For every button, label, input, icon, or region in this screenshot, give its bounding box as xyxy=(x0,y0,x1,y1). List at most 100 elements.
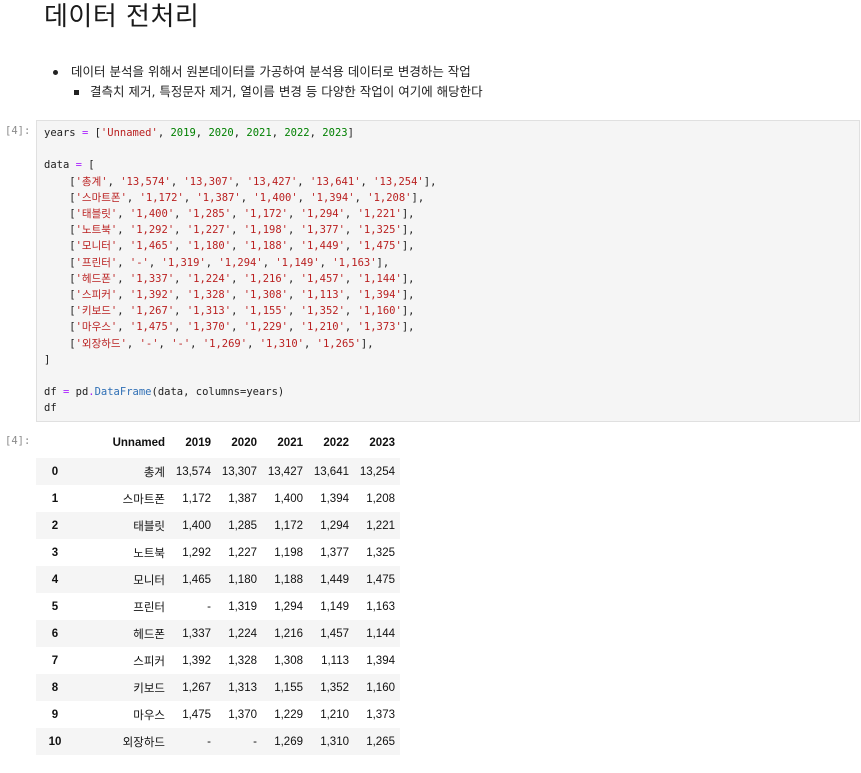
table-cell: 1,269 xyxy=(274,735,303,748)
code-string: '스피커' xyxy=(75,289,118,302)
table-row: 8 키보드 1,267 1,313 1,155 1,352 1,160 xyxy=(36,674,400,701)
code-string: '1,216' xyxy=(243,272,288,285)
input-prompt: [4]: xyxy=(5,125,31,137)
code-string: '1,265' xyxy=(316,337,361,350)
table-cell: 1,149 xyxy=(320,600,349,613)
code-string: '1,449' xyxy=(300,240,345,253)
code-string: '1,310' xyxy=(259,337,304,350)
table-row: 7 스피커 1,392 1,328 1,308 1,113 1,394 xyxy=(36,647,400,674)
code-string: '1,227' xyxy=(186,224,232,237)
row-index: 3 xyxy=(51,546,59,559)
code-literal: 2019 xyxy=(170,127,196,139)
table-row: 3 노트북 1,292 1,227 1,198 1,377 1,325 xyxy=(36,539,400,566)
code-string: '1,188' xyxy=(243,240,288,253)
table-cell: - xyxy=(207,600,211,613)
table-cell: 1,337 xyxy=(182,627,211,640)
code-string: '헤드폰' xyxy=(75,272,118,285)
row-index: 4 xyxy=(51,573,59,586)
table-cell: 13,427 xyxy=(267,465,303,478)
code-string: '1,198' xyxy=(243,224,288,237)
table-cell: 1,370 xyxy=(228,708,257,721)
row-index: 7 xyxy=(51,654,59,667)
code-string: '13,254' xyxy=(373,175,424,188)
code-operator: = xyxy=(81,127,89,139)
table-cell: 1,172 xyxy=(182,492,211,505)
table-row: 6 헤드폰 1,337 1,224 1,216 1,457 1,144 xyxy=(36,620,400,647)
table-cell: 1,294 xyxy=(274,600,303,613)
list-item-text: 데이터 분석을 위해서 원본데이터를 가공하여 분석용 데이터로 변경하는 작업 xyxy=(71,64,471,79)
table-cell: 1,313 xyxy=(228,681,257,694)
code-string: '1,475' xyxy=(129,321,175,334)
code-string: '1,113' xyxy=(300,289,345,302)
table-cell: 키보드 xyxy=(133,682,165,695)
table-row: 1 스마트폰 1,172 1,387 1,400 1,394 1,208 xyxy=(36,485,400,512)
table-cell: 13,641 xyxy=(313,465,349,478)
code-operator: = xyxy=(62,386,70,399)
code-string: '1,475' xyxy=(357,240,402,253)
code-string: '1,387' xyxy=(196,191,241,204)
code-string: '1,294' xyxy=(300,208,345,221)
code-string: '1,308' xyxy=(243,289,288,302)
table-cell: 1,392 xyxy=(182,654,211,667)
table-cell: - xyxy=(207,735,211,748)
table-cell: 1,373 xyxy=(366,708,395,721)
table-cell: 1,465 xyxy=(182,573,211,586)
code-string: '13,307' xyxy=(183,175,235,188)
table-cell: 1,310 xyxy=(320,735,349,748)
table-row: 2 태블릿 1,400 1,285 1,172 1,294 1,221 xyxy=(36,512,400,539)
dataframe-table: Unnamed 2019 2020 2021 2022 2023 0 총계 13,574 13,… xyxy=(36,431,400,755)
code-string: '노트북' xyxy=(75,224,118,237)
output-prompt: [4]: xyxy=(5,435,31,447)
code-cell-editor[interactable]: years = ['Unnamed', 2019, 2020, 2021, 20… xyxy=(36,120,860,422)
code-string: '총계' xyxy=(75,175,108,188)
code-string: '13,427' xyxy=(246,175,298,188)
code-string: '키보드' xyxy=(75,305,118,318)
table-cell: 노트북 xyxy=(133,547,165,560)
code-string: '1,352' xyxy=(300,305,345,318)
code-string: '1,465' xyxy=(129,240,175,253)
table-cell: 1,210 xyxy=(320,708,349,721)
code-string: '모니터' xyxy=(75,240,118,253)
table-cell: 1,224 xyxy=(228,627,257,640)
table-cell: 1,155 xyxy=(274,681,303,694)
code-string: '1,400' xyxy=(129,208,175,221)
table-cell: 1,265 xyxy=(366,735,395,748)
code-string: '1,377' xyxy=(300,224,345,237)
code-literal: 2023 xyxy=(322,127,348,139)
code-literal: 2021 xyxy=(246,127,272,139)
column-header: Unnamed xyxy=(112,437,165,449)
row-index: 10 xyxy=(48,735,62,748)
code-string: '1,172' xyxy=(139,191,184,204)
code-string: '1,325' xyxy=(357,224,402,237)
list-item: 데이터 분석을 위해서 원본데이터를 가공하여 분석용 데이터로 변경하는 작업 xyxy=(50,62,483,82)
table-cell: 모니터 xyxy=(133,574,165,587)
index-header xyxy=(36,431,74,458)
table-cell: 마우스 xyxy=(133,709,165,722)
code-string: '13,641' xyxy=(309,175,361,188)
table-cell: 1,377 xyxy=(320,546,349,559)
code-string: '1,208' xyxy=(367,191,412,204)
code-literal: 'Unnamed' xyxy=(100,127,158,139)
code-operator: = xyxy=(75,159,82,172)
table-cell: 1,294 xyxy=(320,519,349,532)
table-cell: 13,254 xyxy=(359,465,395,478)
code-string: '1,457' xyxy=(300,272,345,285)
table-row: 4 모니터 1,465 1,180 1,188 1,449 1,475 xyxy=(36,566,400,593)
table-cell: 스피커 xyxy=(133,655,165,668)
code-literal: 2020 xyxy=(208,127,234,139)
table-cell: - xyxy=(253,735,257,748)
code-string: '1,172' xyxy=(243,208,288,221)
code-string: '1,229' xyxy=(243,321,288,334)
table-cell: 1,400 xyxy=(182,519,211,532)
code-string: '1,392' xyxy=(129,289,175,302)
code-string: '1,313' xyxy=(186,305,232,318)
code-string: '스마트폰' xyxy=(75,191,127,204)
code-string: '1,394' xyxy=(357,289,402,302)
code-string: '1,221' xyxy=(357,208,402,221)
code-string: '1,370' xyxy=(186,321,232,334)
code-text[interactable]: years = ['Unnamed', 2019, 2020, 2021, 20… xyxy=(44,125,436,417)
code-string: '1,373' xyxy=(357,321,402,334)
table-cell: 1,229 xyxy=(274,708,303,721)
table-cell: 13,574 xyxy=(175,465,211,478)
table-cell: 1,394 xyxy=(366,654,395,667)
